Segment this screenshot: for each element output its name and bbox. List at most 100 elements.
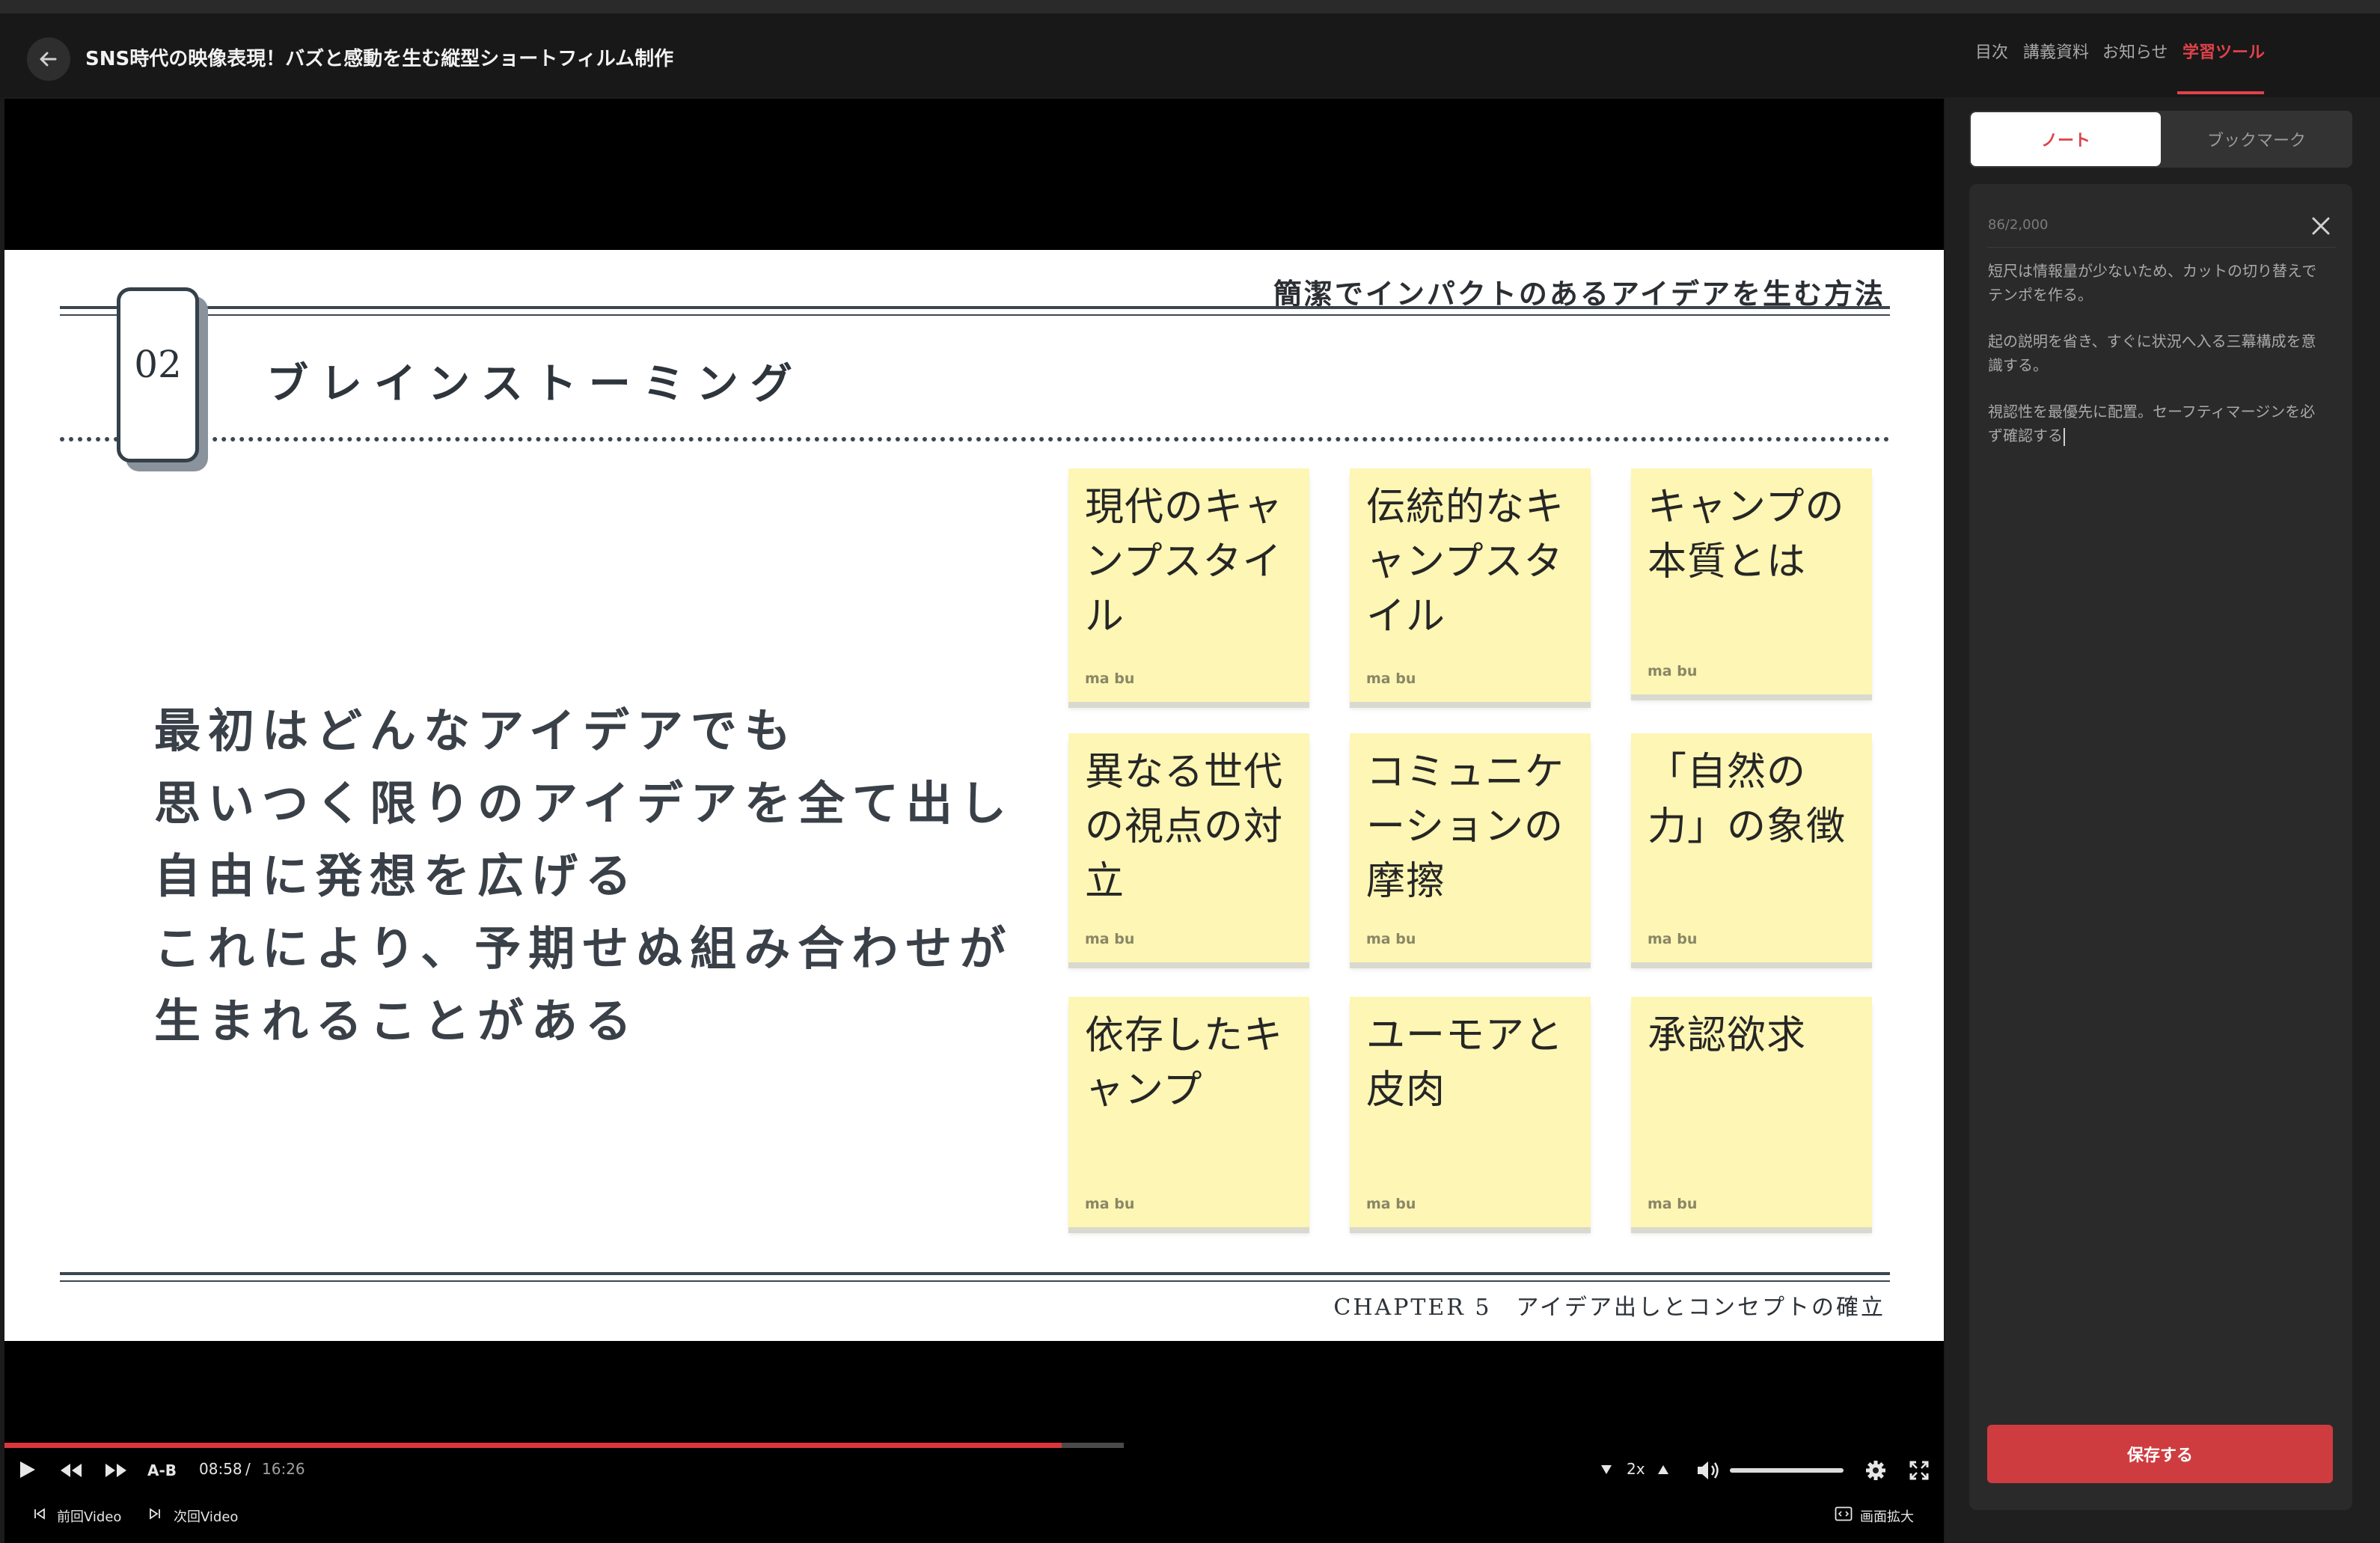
slide-body-line: 生まれることがある bbox=[154, 994, 640, 1048]
note-text-line[interactable]: 識する。 bbox=[1988, 353, 2334, 377]
total-time: 16:26 bbox=[262, 1460, 305, 1478]
note-author: ma bu bbox=[1085, 670, 1135, 687]
note-author: ma bu bbox=[1366, 1196, 1416, 1212]
tab-note[interactable]: ノート bbox=[1971, 112, 2161, 166]
note-line: 異なる世代 bbox=[1085, 750, 1284, 795]
tab-news[interactable]: お知らせ bbox=[2102, 39, 2168, 63]
note-line: の視点の対 bbox=[1085, 804, 1284, 849]
current-time: 08:58 bbox=[199, 1460, 242, 1478]
sticky-note: 伝統的なキ ャンプスタ イル ma bu bbox=[1350, 468, 1591, 702]
note-text-line[interactable]: 起の説明を省き、すぐに状況へ入る三幕構成を意 bbox=[1988, 329, 2334, 353]
speed-up-button[interactable] bbox=[1656, 1464, 1670, 1476]
slide-number: 02 bbox=[134, 343, 182, 386]
slide-bottom-rule bbox=[60, 1272, 1890, 1275]
sticky-note: ユーモアと 皮肉 ma bu bbox=[1350, 997, 1591, 1227]
sticky-note: 異なる世代の視点の対立 ma bu bbox=[1068, 733, 1309, 962]
playback-speed: 2x bbox=[1627, 1460, 1645, 1478]
note-line: 「自然の bbox=[1648, 750, 1807, 795]
expand-screen-button[interactable]: 画面拡大 bbox=[1860, 1506, 1914, 1526]
sticky-note: 「自然の力」の象徴 ma bu bbox=[1631, 733, 1872, 962]
ab-repeat-button[interactable]: A-B bbox=[147, 1461, 177, 1479]
course-title: SNS時代の映像表現！バズと感動を生む縦型ショートフィルム制作 bbox=[85, 48, 674, 70]
fullscreen-icon bbox=[1909, 1461, 1929, 1480]
note-editor bbox=[1969, 184, 2352, 1510]
volume-slider[interactable] bbox=[1730, 1468, 1844, 1473]
note-line: 摩擦 bbox=[1366, 859, 1446, 904]
next-video-link[interactable]: 次回Video bbox=[174, 1506, 238, 1526]
save-button[interactable]: 保存する bbox=[1987, 1425, 2333, 1483]
note-author: ma bu bbox=[1648, 1196, 1698, 1212]
speed-down-button[interactable] bbox=[1600, 1464, 1613, 1476]
tab-bookmark[interactable]: ブックマーク bbox=[2162, 112, 2351, 166]
note-line: ユーモアと bbox=[1366, 1013, 1564, 1058]
sticky-note: キャンプの本質とは ma bu bbox=[1631, 468, 1872, 694]
sticky-note: 承認欲求 ma bu bbox=[1631, 997, 1872, 1227]
slide-body-line: これにより、予期せぬ組み合わせが bbox=[154, 921, 1014, 976]
play-icon bbox=[20, 1461, 35, 1478]
tab-contents[interactable]: 目次 bbox=[1975, 39, 2008, 63]
note-line: 本質とは bbox=[1648, 540, 1807, 584]
note-author: ma bu bbox=[1366, 670, 1416, 687]
note-line: 依存したキ bbox=[1085, 1013, 1284, 1058]
slide-top-rule-thin bbox=[60, 314, 1890, 316]
tab-learning-tools[interactable]: 学習ツール bbox=[2182, 39, 2265, 63]
note-line: ル bbox=[1085, 594, 1125, 639]
note-text-line[interactable]: 視認性を最優先に配置。セーフティマージンを必 bbox=[1988, 400, 2334, 424]
rewind-icon bbox=[61, 1464, 82, 1477]
heading-dotted-rule bbox=[60, 437, 1890, 441]
note-author: ma bu bbox=[1085, 1196, 1135, 1212]
note-line: ンプスタイ bbox=[1085, 540, 1282, 584]
prev-icon bbox=[33, 1507, 46, 1521]
note-divider bbox=[1987, 247, 2336, 248]
note-author: ma bu bbox=[1085, 931, 1135, 947]
fast-forward-button[interactable] bbox=[103, 1461, 129, 1479]
sticky-note: 現代のキャンプスタイル ma bu bbox=[1068, 468, 1309, 702]
note-author: ma bu bbox=[1648, 663, 1698, 679]
fast-forward-icon bbox=[105, 1464, 126, 1477]
note-author: ma bu bbox=[1648, 931, 1698, 947]
note-text-line[interactable]: ず確認する bbox=[1988, 424, 2334, 447]
slide-body-line: 思いつく限りのアイデアを全て出し bbox=[154, 776, 1014, 831]
note-text-line[interactable]: テンポを作る。 bbox=[1988, 283, 2334, 307]
progress-bar[interactable] bbox=[4, 1443, 1062, 1448]
slide-heading: ブレインストーミング bbox=[266, 359, 804, 409]
next-icon bbox=[148, 1507, 162, 1521]
browser-top-strip bbox=[0, 0, 2380, 13]
arrow-left-icon bbox=[40, 52, 57, 67]
note-line: コミュニケ bbox=[1366, 750, 1565, 795]
back-button[interactable] bbox=[27, 37, 70, 81]
note-author: ma bu bbox=[1366, 931, 1416, 947]
volume-button[interactable] bbox=[1695, 1459, 1721, 1482]
close-icon bbox=[2312, 217, 2330, 235]
note-line: ーションの bbox=[1366, 804, 1564, 849]
note-text-line[interactable]: 短尺は情報量が少ないため、カットの切り替えで bbox=[1988, 259, 2334, 283]
sticky-note: コミュニケーションの摩擦 ma bu bbox=[1350, 733, 1591, 962]
lecture-slide: 簡潔でインパクトのあるアイデアを生む方法 02 ブレインストーミング 最初はどん… bbox=[4, 250, 1944, 1341]
note-line: ャンプ bbox=[1085, 1068, 1203, 1113]
text-cursor bbox=[2064, 427, 2065, 446]
note-line: 現代のキャ bbox=[1085, 485, 1284, 530]
tab-materials[interactable]: 講義資料 bbox=[2023, 39, 2089, 63]
rewind-button[interactable] bbox=[58, 1461, 84, 1479]
slide-top-rule bbox=[60, 306, 1890, 309]
slide-body-line: 自由に発想を広げる bbox=[154, 849, 640, 903]
note-line: 力」の象徴 bbox=[1648, 804, 1847, 849]
close-button[interactable] bbox=[2307, 213, 2334, 239]
note-line: 伝統的なキ bbox=[1366, 485, 1565, 530]
gear-icon bbox=[1866, 1461, 1885, 1480]
play-button[interactable] bbox=[16, 1459, 37, 1480]
note-text-last: ず確認する bbox=[1988, 427, 2063, 444]
sticky-note: 依存したキャンプ ma bu bbox=[1068, 997, 1309, 1227]
char-count: 86/2,000 bbox=[1988, 217, 2049, 233]
triangle-up-icon bbox=[1658, 1465, 1668, 1474]
prev-video-link[interactable]: 前回Video bbox=[57, 1506, 121, 1526]
note-line: ャンプスタ bbox=[1366, 540, 1564, 584]
slide-bottom-rule-thin bbox=[60, 1280, 1890, 1282]
settings-button[interactable] bbox=[1864, 1459, 1887, 1482]
triangle-down-icon bbox=[1601, 1465, 1612, 1474]
note-line: キャンプの bbox=[1648, 485, 1845, 530]
note-line: 立 bbox=[1085, 859, 1125, 904]
slide-chapter: CHAPTER 5 アイデア出しとコンセプトの確立 bbox=[1333, 1295, 1885, 1321]
fullscreen-button[interactable] bbox=[1909, 1461, 1929, 1480]
expand-screen-icon bbox=[1835, 1506, 1853, 1521]
